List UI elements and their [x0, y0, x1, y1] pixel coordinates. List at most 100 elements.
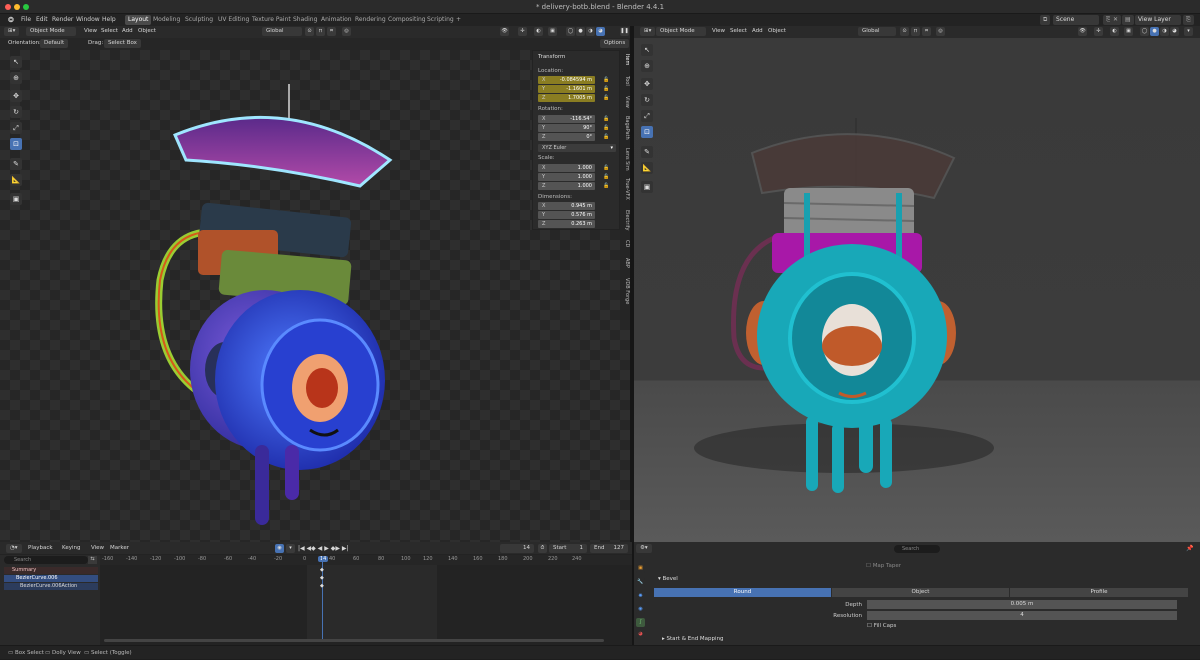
tab-electrify[interactable]: Electrify	[620, 210, 630, 230]
workspace-tab-texture-paint[interactable]: Texture Paint	[249, 15, 294, 25]
tab-abp[interactable]: ABP	[620, 258, 630, 268]
add-workspace-button[interactable]: +	[453, 15, 464, 25]
modifier-properties-icon[interactable]: 🔧	[636, 578, 645, 587]
rotate-tool-icon[interactable]: ↻	[641, 94, 653, 106]
snap-target-icon[interactable]: ⌗	[922, 27, 931, 36]
menu-view[interactable]: View	[710, 27, 727, 36]
shading-material-icon[interactable]: ◑	[586, 27, 595, 36]
overlays-icon[interactable]: ◐	[1110, 27, 1119, 36]
tab-vdb-forge[interactable]: VDB Forge	[620, 278, 630, 304]
menu-keying[interactable]: Keying	[60, 544, 82, 553]
tab-tool[interactable]: Tool	[620, 76, 630, 86]
menu-file[interactable]: File	[21, 14, 31, 26]
timeline-ruler[interactable]: -160 -140 -120 -100 -80 -60 -40 -20 0 14…	[100, 555, 632, 565]
start-frame-field[interactable]: Start 1	[549, 544, 587, 553]
resolution-field[interactable]: 4	[867, 611, 1177, 620]
transform-section-header[interactable]: Transform	[538, 54, 565, 60]
channel-summary[interactable]: Summary	[4, 567, 98, 574]
editor-type-icon[interactable]: ⊞▾	[640, 27, 656, 36]
dimensions-z-field[interactable]: Z 0.263 m	[538, 220, 595, 228]
pivot-icon[interactable]: ⊙	[305, 27, 314, 36]
menu-edit[interactable]: Edit	[36, 14, 48, 26]
transform-tool-icon[interactable]: ⊡	[10, 138, 22, 150]
scale-x-field[interactable]: X 1.000	[538, 164, 595, 172]
snap-target-icon[interactable]: ⌗	[327, 27, 336, 36]
start-end-mapping-header[interactable]: ▸ Start & End Mapping	[662, 636, 724, 642]
end-frame-field[interactable]: End 127	[590, 544, 628, 553]
dimensions-y-field[interactable]: Y 0.576 m	[538, 211, 595, 219]
workspace-tab-animation[interactable]: Animation	[318, 15, 355, 25]
location-z-field[interactable]: Z 1.7005 m	[538, 94, 595, 102]
editor-type-icon[interactable]: ⊞▾	[4, 27, 20, 36]
blender-logo-icon[interactable]: ❂	[8, 14, 14, 26]
tab-item[interactable]: Item	[620, 54, 630, 65]
menu-object[interactable]: Object	[766, 27, 788, 36]
scale-y-field[interactable]: Y 1.000	[538, 173, 595, 181]
lock-icon[interactable]: 🔓	[603, 125, 610, 131]
workspace-tab-scripting[interactable]: Scripting	[424, 15, 457, 25]
menu-add[interactable]: Add	[120, 27, 135, 36]
shading-solid-icon[interactable]: ●	[576, 27, 585, 36]
tab-true-vfx[interactable]: True-VFX	[620, 178, 630, 200]
location-x-field[interactable]: X -0.084594 m	[538, 76, 595, 84]
orientation-selector[interactable]: Default	[40, 39, 69, 48]
tab-lens-sim[interactable]: Lens Sim	[620, 148, 630, 171]
view-layer-icon[interactable]: ▤	[1122, 15, 1134, 25]
lock-icon[interactable]: 🔓	[603, 86, 610, 92]
workspace-tab-compositing[interactable]: Compositing	[385, 15, 429, 25]
lock-icon[interactable]: 🔓	[603, 183, 610, 189]
bevel-mode-profile[interactable]: Profile	[1010, 588, 1188, 597]
delete-scene-icon[interactable]: ✕	[1110, 15, 1122, 25]
rotation-x-field[interactable]: X -116.54°	[538, 115, 595, 123]
shading-rendered-icon[interactable]: ◕	[596, 27, 605, 36]
keyframe-icon[interactable]: ◆	[320, 575, 324, 581]
tab-view[interactable]: View	[620, 96, 630, 108]
move-tool-icon[interactable]: ✥	[10, 90, 22, 102]
workspace-tab-layout[interactable]: Layout	[125, 15, 152, 25]
transform-orientation-selector[interactable]: Global	[858, 27, 896, 36]
lock-icon[interactable]: 🔓	[603, 134, 610, 140]
scene-properties-icon[interactable]: ▣	[636, 564, 645, 573]
depth-field[interactable]: 0.005 m	[867, 600, 1177, 609]
current-frame-field[interactable]: 14	[500, 544, 534, 553]
physics-icon[interactable]: ◉	[636, 605, 645, 614]
visibility-icon[interactable]: 👁	[1078, 27, 1087, 36]
workspace-tab-uv-editing[interactable]: UV Editing	[215, 15, 252, 25]
curve-data-icon[interactable]: ∫	[636, 618, 645, 627]
material-icon[interactable]: ◕	[636, 630, 645, 639]
copy-view-layer-icon[interactable]: ⎘	[1183, 15, 1194, 25]
visibility-icon[interactable]: 👁	[500, 27, 509, 36]
xray-icon[interactable]: ▣	[548, 27, 557, 36]
pivot-icon[interactable]: ⊙	[900, 27, 909, 36]
scale-tool-icon[interactable]: ⤢	[641, 110, 653, 122]
drag-selector[interactable]: Select Box	[104, 39, 141, 48]
lock-icon[interactable]: 🔓	[603, 174, 610, 180]
menu-view[interactable]: View	[82, 27, 99, 36]
menu-marker[interactable]: Marker	[108, 544, 131, 553]
view-layer-selector[interactable]: View Layer	[1135, 15, 1181, 25]
snap-icon[interactable]: ⊓	[911, 27, 920, 36]
scale-z-field[interactable]: Z 1.000	[538, 182, 595, 190]
menu-view[interactable]: View	[89, 544, 106, 553]
scene-selector[interactable]: Scene	[1053, 15, 1099, 25]
options-dropdown[interactable]: Options	[600, 39, 630, 48]
editor-type-icon[interactable]: ⚙▾	[636, 544, 652, 553]
annotate-tool-icon[interactable]: ✎	[10, 158, 22, 170]
transform-tool-icon[interactable]: ⊡	[641, 126, 653, 138]
playhead-frame[interactable]: 14	[318, 556, 329, 562]
shading-rendered-icon[interactable]: ◕	[1170, 27, 1179, 36]
workspace-tab-modeling[interactable]: Modeling	[150, 15, 183, 25]
gizmo-icon[interactable]: ✢	[1094, 27, 1103, 36]
mode-selector[interactable]: Object Mode	[26, 27, 76, 36]
particles-icon[interactable]: ✺	[636, 592, 645, 601]
xray-icon[interactable]: ▣	[1124, 27, 1133, 36]
lock-icon[interactable]: 🔓	[603, 95, 610, 101]
workspace-tab-sculpting[interactable]: Sculpting	[182, 15, 216, 25]
annotate-tool-icon[interactable]: ✎	[641, 146, 653, 158]
add-cube-tool-icon[interactable]: ▣	[10, 193, 22, 205]
menu-object[interactable]: Object	[136, 27, 158, 36]
rotation-y-field[interactable]: Y 90°	[538, 124, 595, 132]
workspace-tab-shading[interactable]: Shading	[290, 15, 320, 25]
move-tool-icon[interactable]: ✥	[641, 78, 653, 90]
rotation-mode-dropdown[interactable]: XYZ Euler ▾	[538, 144, 616, 152]
